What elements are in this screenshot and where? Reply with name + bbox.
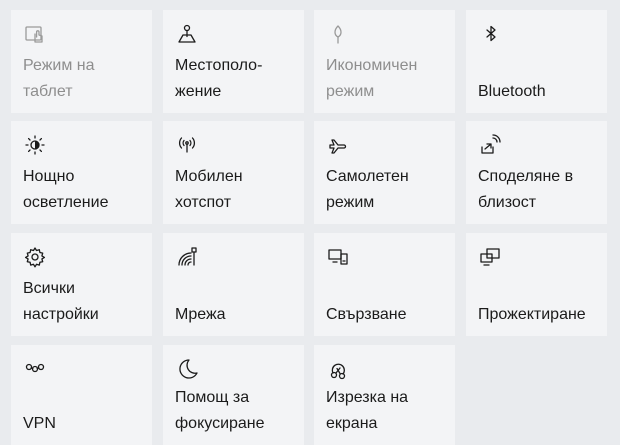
- battery-saver-tile[interactable]: Икономичен режим: [314, 10, 455, 113]
- snip-icon: [326, 357, 352, 383]
- all-settings-label: Всички настройки: [23, 280, 99, 323]
- tablet-mode-tile[interactable]: Режим на таблет: [11, 10, 152, 113]
- tablet-mode-label: Режим на таблет: [23, 57, 95, 100]
- night-light-tile[interactable]: Нощно осветление: [11, 121, 152, 224]
- moon-icon: [175, 357, 201, 383]
- night-light-icon: [23, 133, 49, 159]
- mobile-hotspot-tile[interactable]: Мобилен хотспот: [163, 121, 304, 224]
- location-tile[interactable]: Местополо- жение: [163, 10, 304, 113]
- snip-tile[interactable]: Изрезка на екрана: [314, 345, 455, 445]
- snip-label: Изрезка на екрана: [326, 389, 409, 432]
- nearby-sharing-icon: [478, 133, 504, 159]
- project-label: Прожектиране: [478, 306, 586, 323]
- network-tile[interactable]: Мрежа: [163, 233, 304, 336]
- focus-assist-label: Помощ за фокусиране: [175, 389, 265, 432]
- bluetooth-icon: [478, 22, 504, 48]
- gear-icon: [23, 245, 49, 271]
- battery-saver-label: Икономичен режим: [326, 57, 418, 100]
- vpn-icon: [23, 357, 49, 383]
- location-icon: [175, 22, 201, 48]
- airplane-mode-tile[interactable]: Самолетен режим: [314, 121, 455, 224]
- project-icon: [478, 245, 504, 271]
- location-label: Местополо- жение: [175, 57, 263, 100]
- connect-icon: [326, 245, 352, 271]
- mobile-hotspot-label: Мобилен хотспот: [175, 168, 243, 211]
- airplane-mode-label: Самолетен режим: [326, 168, 409, 211]
- quick-actions-panel: Режим на таблет Местополо- жение Икономи…: [0, 0, 620, 445]
- night-light-label: Нощно осветление: [23, 168, 109, 211]
- bluetooth-tile[interactable]: Bluetooth: [466, 10, 607, 113]
- tablet-mode-icon: [23, 22, 49, 48]
- focus-assist-tile[interactable]: Помощ за фокусиране: [163, 345, 304, 445]
- project-tile[interactable]: Прожектиране: [466, 233, 607, 336]
- vpn-label: VPN: [23, 415, 56, 432]
- vpn-tile[interactable]: VPN: [11, 345, 152, 445]
- mobile-hotspot-icon: [175, 133, 201, 159]
- nearby-sharing-label: Споделяне в близост: [478, 168, 574, 211]
- battery-saver-icon: [326, 22, 352, 48]
- all-settings-tile[interactable]: Всички настройки: [11, 233, 152, 336]
- nearby-sharing-tile[interactable]: Споделяне в близост: [466, 121, 607, 224]
- bluetooth-label: Bluetooth: [478, 83, 546, 100]
- connect-label: Свързване: [326, 306, 407, 323]
- network-label: Мрежа: [175, 306, 226, 323]
- network-icon: [175, 245, 201, 271]
- airplane-icon: [326, 133, 352, 159]
- connect-tile[interactable]: Свързване: [314, 233, 455, 336]
